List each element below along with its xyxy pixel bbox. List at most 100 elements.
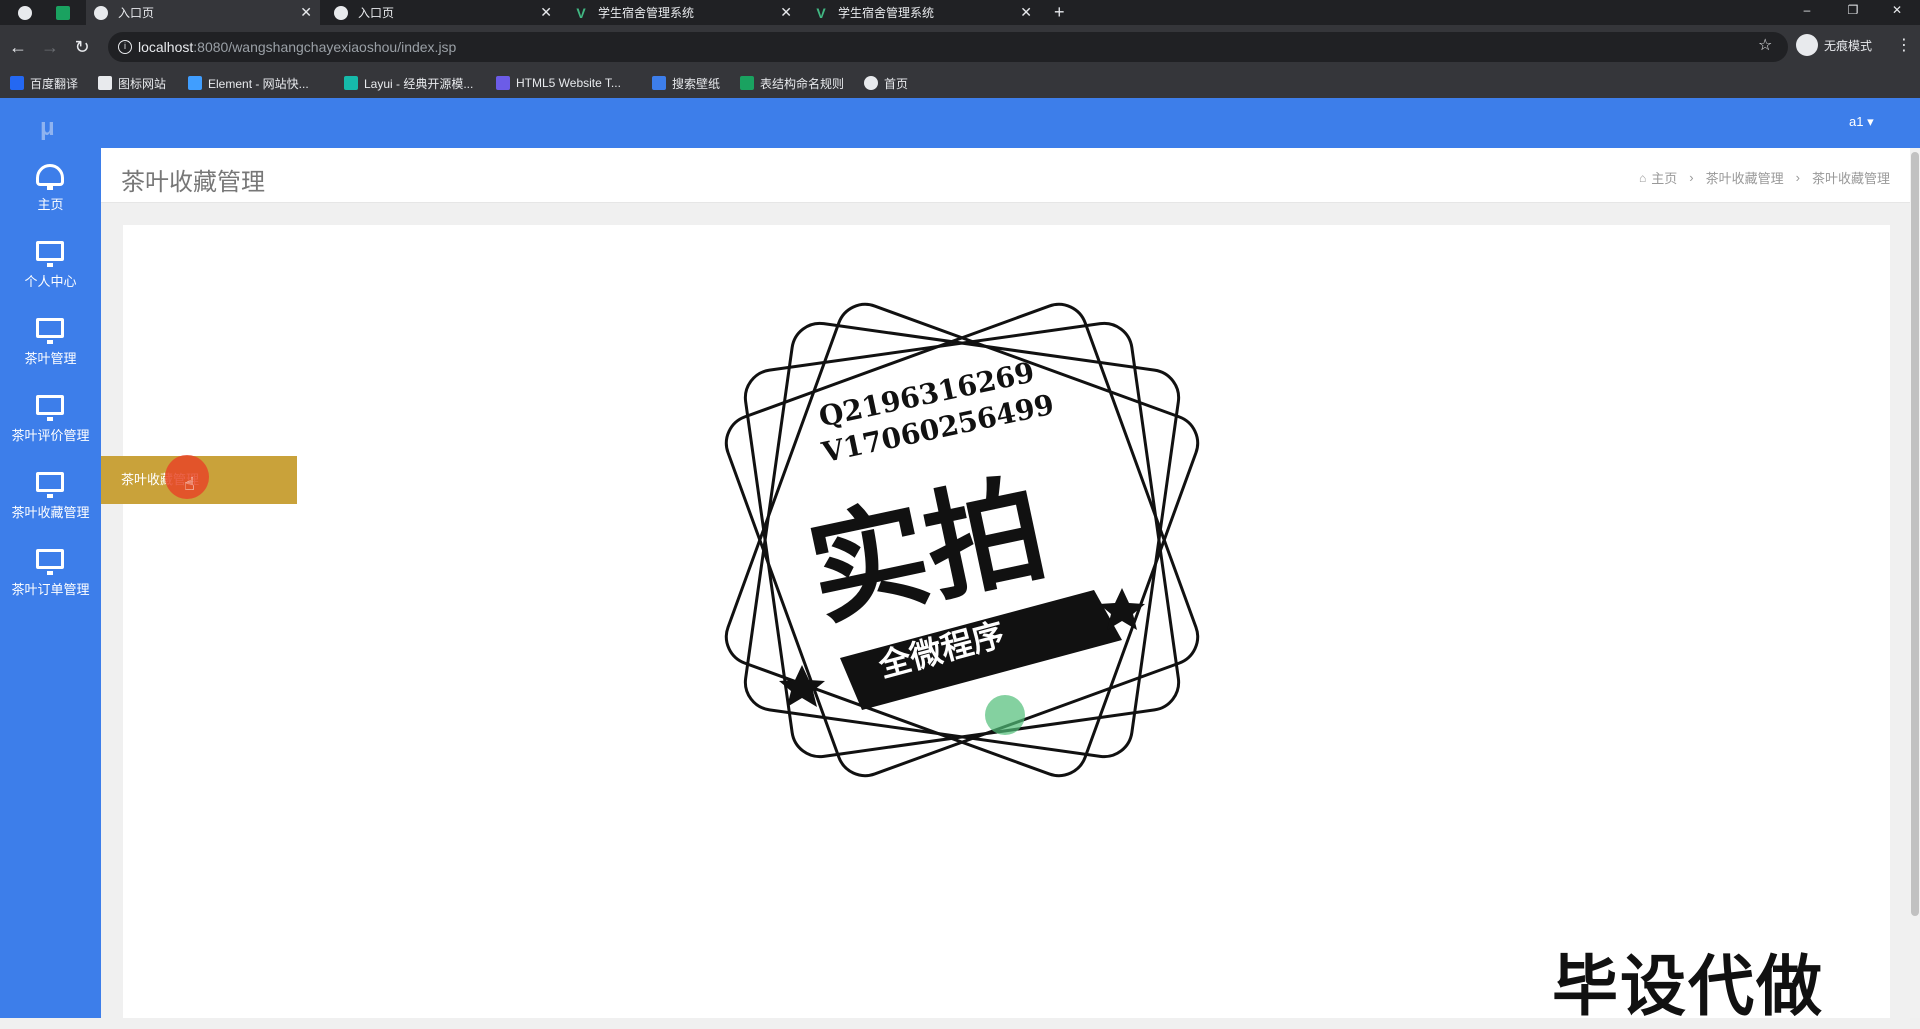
bookmarks-bar: 百度翻译 图标网站 Element - 网站快... Layui - 经典开源模…: [0, 69, 1920, 98]
globe-icon: [18, 5, 32, 20]
breadcrumb-current: 茶叶收藏管理: [1811, 171, 1890, 186]
sidebar-item-tea-order[interactable]: 茶叶订单管理: [0, 535, 101, 612]
sidebar-item-tea-review[interactable]: 茶叶评价管理: [0, 381, 101, 458]
browser-menu-icon[interactable]: [10, 0, 46, 25]
dashboard-icon: [36, 164, 64, 190]
monitor-icon: [36, 549, 64, 575]
vue-icon: V: [576, 4, 586, 21]
translate-icon: [10, 76, 24, 90]
sidebar: μ 主页 个人中心 茶叶管理 茶叶评价管理 茶叶收藏管理 茶叶订单管理: [0, 98, 101, 1018]
sidebar-item-label: 茶叶管理: [24, 351, 77, 366]
info-icon[interactable]: i: [118, 40, 132, 54]
sidebar-item-label: 主页: [37, 197, 64, 212]
globe-icon: [864, 76, 878, 90]
user-menu[interactable]: a1 ▾: [1849, 114, 1874, 130]
bookmark-html5[interactable]: HTML5 Website T...: [496, 74, 621, 92]
bookmark-element[interactable]: Element - 网站快...: [188, 74, 309, 92]
bookmark-label: HTML5 Website T...: [516, 76, 621, 90]
close-icon[interactable]: ✕: [300, 4, 312, 21]
bookmark-label: 搜索壁纸: [672, 76, 721, 91]
home-icon: ⌂: [1639, 170, 1647, 185]
back-arrow-icon[interactable]: ←: [6, 35, 30, 59]
incognito-indicator[interactable]: 无痕模式: [1796, 34, 1872, 56]
scrollbar-thumb[interactable]: [1911, 152, 1919, 916]
bookmark-label: 百度翻译: [30, 76, 79, 91]
new-tab-button[interactable]: +: [1054, 0, 1065, 25]
bookmark-label: Element - 网站快...: [208, 76, 309, 91]
tab-label: 入口页: [118, 6, 155, 20]
bookmark-label: 图标网站: [118, 76, 167, 91]
loading-indicator: [985, 695, 1025, 735]
chevron-right-icon: ›: [1795, 170, 1800, 185]
restore-button[interactable]: ❐: [1830, 0, 1876, 25]
url-input[interactable]: i localhost:8080/wangshangchayexiaoshou/…: [108, 32, 1788, 62]
layui-icon: [344, 76, 358, 90]
monitor-icon: [36, 395, 64, 421]
bookmark-baidu-translate[interactable]: 百度翻译: [10, 74, 78, 92]
minimize-button[interactable]: –: [1784, 0, 1830, 25]
wallpaper-icon: [652, 76, 666, 90]
vue-icon: V: [816, 4, 826, 21]
sheet-icon: [740, 76, 754, 90]
monitor-icon: [36, 472, 64, 498]
html5-icon: [496, 76, 510, 90]
browser-chrome: 入口页 ✕ 入口页 ✕ V 学生宿舍管理系统 ✕ V 学生宿舍管理系统 ✕ + …: [0, 0, 1920, 98]
tab-label: 学生宿舍管理系统: [838, 6, 935, 20]
url-host: localhost: [138, 39, 194, 55]
bookmark-label: Layui - 经典开源模...: [364, 76, 474, 91]
tab-dorm-1[interactable]: V 学生宿舍管理系统 ✕: [566, 0, 800, 25]
sidebar-item-label: 茶叶收藏管理: [11, 505, 90, 520]
tab-label: 学生宿舍管理系统: [598, 6, 695, 20]
close-window-button[interactable]: ✕: [1874, 0, 1920, 25]
chevron-right-icon: ›: [1689, 170, 1694, 185]
corner-watermark: 毕设代做: [1552, 948, 1824, 1025]
bookmark-label: 首页: [884, 76, 909, 91]
top-navbar: [101, 98, 1920, 148]
incognito-label: 无痕模式: [1824, 38, 1873, 53]
sidebar-item-tea[interactable]: 茶叶管理: [0, 304, 101, 381]
bookmark-home[interactable]: 首页: [864, 74, 908, 92]
sidebar-item-label: 茶叶评价管理: [11, 428, 90, 443]
sidebar-item-tea-favorite[interactable]: 茶叶收藏管理: [0, 458, 101, 535]
globe-icon: [334, 5, 348, 20]
bookmark-naming-rules[interactable]: 表结构命名规则: [740, 74, 844, 92]
watermark-stamp: Q2196316269 V17060256499 实拍 全微程序: [712, 290, 1212, 790]
close-icon[interactable]: ✕: [780, 4, 792, 21]
monitor-icon: [36, 241, 64, 267]
incognito-icon: [1796, 34, 1818, 56]
sidebar-item-label: 茶叶订单管理: [11, 582, 90, 597]
sidebar-item-label: 个人中心: [24, 274, 77, 289]
pinned-tab[interactable]: [48, 0, 84, 25]
tab-dorm-2[interactable]: V 学生宿舍管理系统 ✕: [806, 0, 1040, 25]
bookmark-layui[interactable]: Layui - 经典开源模...: [344, 74, 473, 92]
tab-entry-1[interactable]: 入口页 ✕: [86, 0, 320, 25]
hand-cursor-icon: ☝: [184, 474, 195, 494]
app-logo: μ: [40, 114, 55, 141]
bookmark-star-icon[interactable]: ☆: [1758, 35, 1772, 55]
bookmark-label: 表结构命名规则: [760, 76, 845, 91]
breadcrumb-home[interactable]: 主页: [1651, 168, 1677, 187]
breadcrumb: ⌂ 主页 › 茶叶收藏管理 › 茶叶收藏管理: [1639, 168, 1890, 187]
sheet-icon: [56, 5, 70, 20]
globe-icon: [94, 5, 108, 20]
close-icon[interactable]: ✕: [1020, 4, 1032, 21]
sidebar-item-profile[interactable]: 个人中心: [0, 227, 101, 304]
url-path: :8080/wangshangchayexiaoshou/index.jsp: [193, 39, 457, 55]
forward-arrow-icon[interactable]: →: [38, 35, 62, 59]
tab-entry-2[interactable]: 入口页 ✕: [326, 0, 560, 25]
bookmark-icon-site[interactable]: 图标网站: [98, 74, 166, 92]
page-scrollbar[interactable]: [1910, 148, 1920, 1018]
flag-icon: [98, 76, 112, 90]
sidebar-item-home[interactable]: 主页: [0, 150, 101, 227]
page-title: 茶叶收藏管理: [121, 169, 265, 196]
monitor-icon: [36, 318, 64, 344]
bookmark-wallpaper[interactable]: 搜索壁纸: [652, 74, 720, 92]
tab-label: 入口页: [358, 6, 395, 20]
element-icon: [188, 76, 202, 90]
address-bar-row: ← → ↻ i localhost:8080/wangshangchayexia…: [0, 25, 1920, 69]
reload-icon[interactable]: ↻: [70, 35, 94, 59]
kebab-menu-icon[interactable]: ⋮: [1896, 35, 1912, 55]
close-icon[interactable]: ✕: [540, 4, 552, 21]
page-header: 茶叶收藏管理 ⌂ 主页 › 茶叶收藏管理 › 茶叶收藏管理: [101, 148, 1910, 203]
breadcrumb-section[interactable]: 茶叶收藏管理: [1706, 168, 1784, 187]
